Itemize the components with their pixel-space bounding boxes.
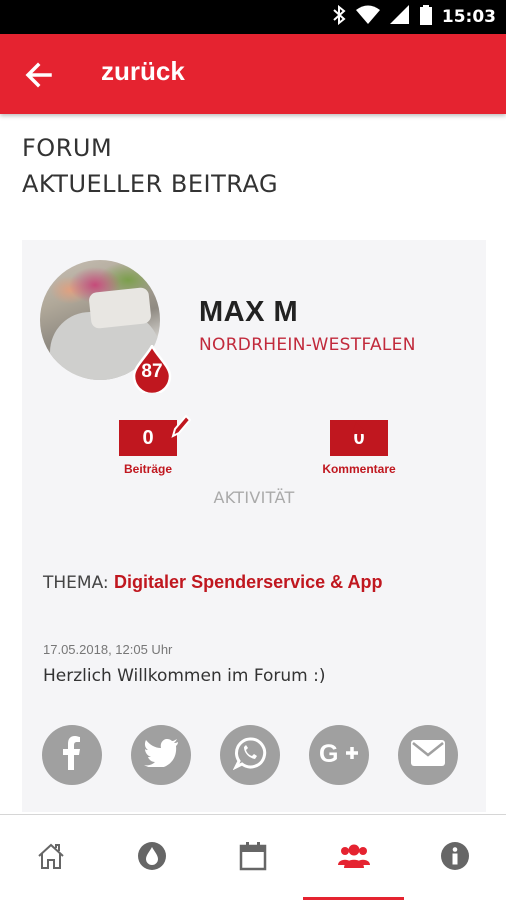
- back-button[interactable]: zurück: [101, 56, 185, 87]
- battery-icon: [419, 4, 432, 30]
- share-facebook-button[interactable]: [42, 725, 102, 785]
- signal-icon: [389, 4, 410, 30]
- share-twitter-button[interactable]: [131, 725, 191, 785]
- topic-prefix: THEMA:: [43, 573, 115, 593]
- mail-icon: [411, 739, 445, 771]
- calendar-icon: [239, 841, 267, 876]
- pencil-icon: [169, 414, 192, 452]
- posts-label: Beiträge: [123, 462, 173, 476]
- community-icon: [337, 843, 371, 874]
- bottom-nav: [0, 814, 506, 900]
- share-whatsapp-button[interactable]: [220, 725, 280, 785]
- nav-home[interactable]: [0, 815, 101, 900]
- post-text: Herzlich Willkommen im Forum :): [43, 666, 326, 686]
- nav-info[interactable]: [404, 815, 505, 900]
- whatsapp-icon: [232, 736, 267, 775]
- google-plus-icon: G: [319, 740, 359, 771]
- donation-count-badge: 87: [132, 345, 172, 393]
- facebook-icon: [57, 735, 87, 775]
- share-mail-button[interactable]: [398, 725, 458, 785]
- status-time: 15:03: [441, 7, 496, 27]
- twitter-icon: [144, 738, 178, 772]
- share-google-plus-button[interactable]: G: [309, 725, 369, 785]
- posts-stat[interactable]: 0 Beiträge: [88, 414, 208, 476]
- back-arrow-icon[interactable]: [22, 58, 56, 92]
- bluetooth-icon: [332, 4, 346, 30]
- status-bar: 15:03: [0, 0, 506, 34]
- post-topic: THEMA: Digitaler Spenderservice & App: [43, 572, 382, 593]
- share-row: G: [42, 725, 458, 785]
- posts-count: 0: [142, 427, 154, 449]
- speech-notch-icon: [352, 410, 368, 446]
- comments-stat[interactable]: 0 Kommentare: [299, 420, 419, 476]
- post-date: 17.05.2018, 12:05 Uhr: [43, 642, 173, 657]
- app-bar: zurück: [0, 34, 506, 114]
- post-card: 87 MAX M NORDRHEIN-WESTFALEN 0 Beiträge …: [22, 240, 486, 812]
- nav-donate[interactable]: [101, 815, 202, 900]
- page-title-line1: FORUM: [22, 134, 113, 162]
- avatar[interactable]: 87: [40, 260, 172, 393]
- user-region: NORDRHEIN-WESTFALEN: [199, 335, 416, 355]
- activity-label: AKTIVITÄT: [213, 488, 295, 507]
- svg-text:G: G: [319, 740, 338, 766]
- page-title: FORUM AKTUELLER BEITRAG: [22, 130, 278, 202]
- home-icon: [36, 842, 66, 875]
- donation-count: 87: [141, 361, 163, 382]
- page-title-line2: AKTUELLER BEITRAG: [22, 170, 279, 198]
- blood-drop-icon: [137, 841, 167, 876]
- nav-calendar[interactable]: [202, 815, 303, 900]
- nav-community[interactable]: [303, 815, 404, 900]
- comments-count-box: 0: [330, 420, 388, 456]
- topic-title[interactable]: Digitaler Spenderservice & App: [114, 572, 382, 592]
- info-icon: [440, 841, 470, 876]
- comments-label: Kommentare: [322, 462, 396, 476]
- posts-count-box: 0: [119, 414, 192, 456]
- wifi-icon: [355, 5, 380, 30]
- user-name: MAX M: [199, 296, 299, 328]
